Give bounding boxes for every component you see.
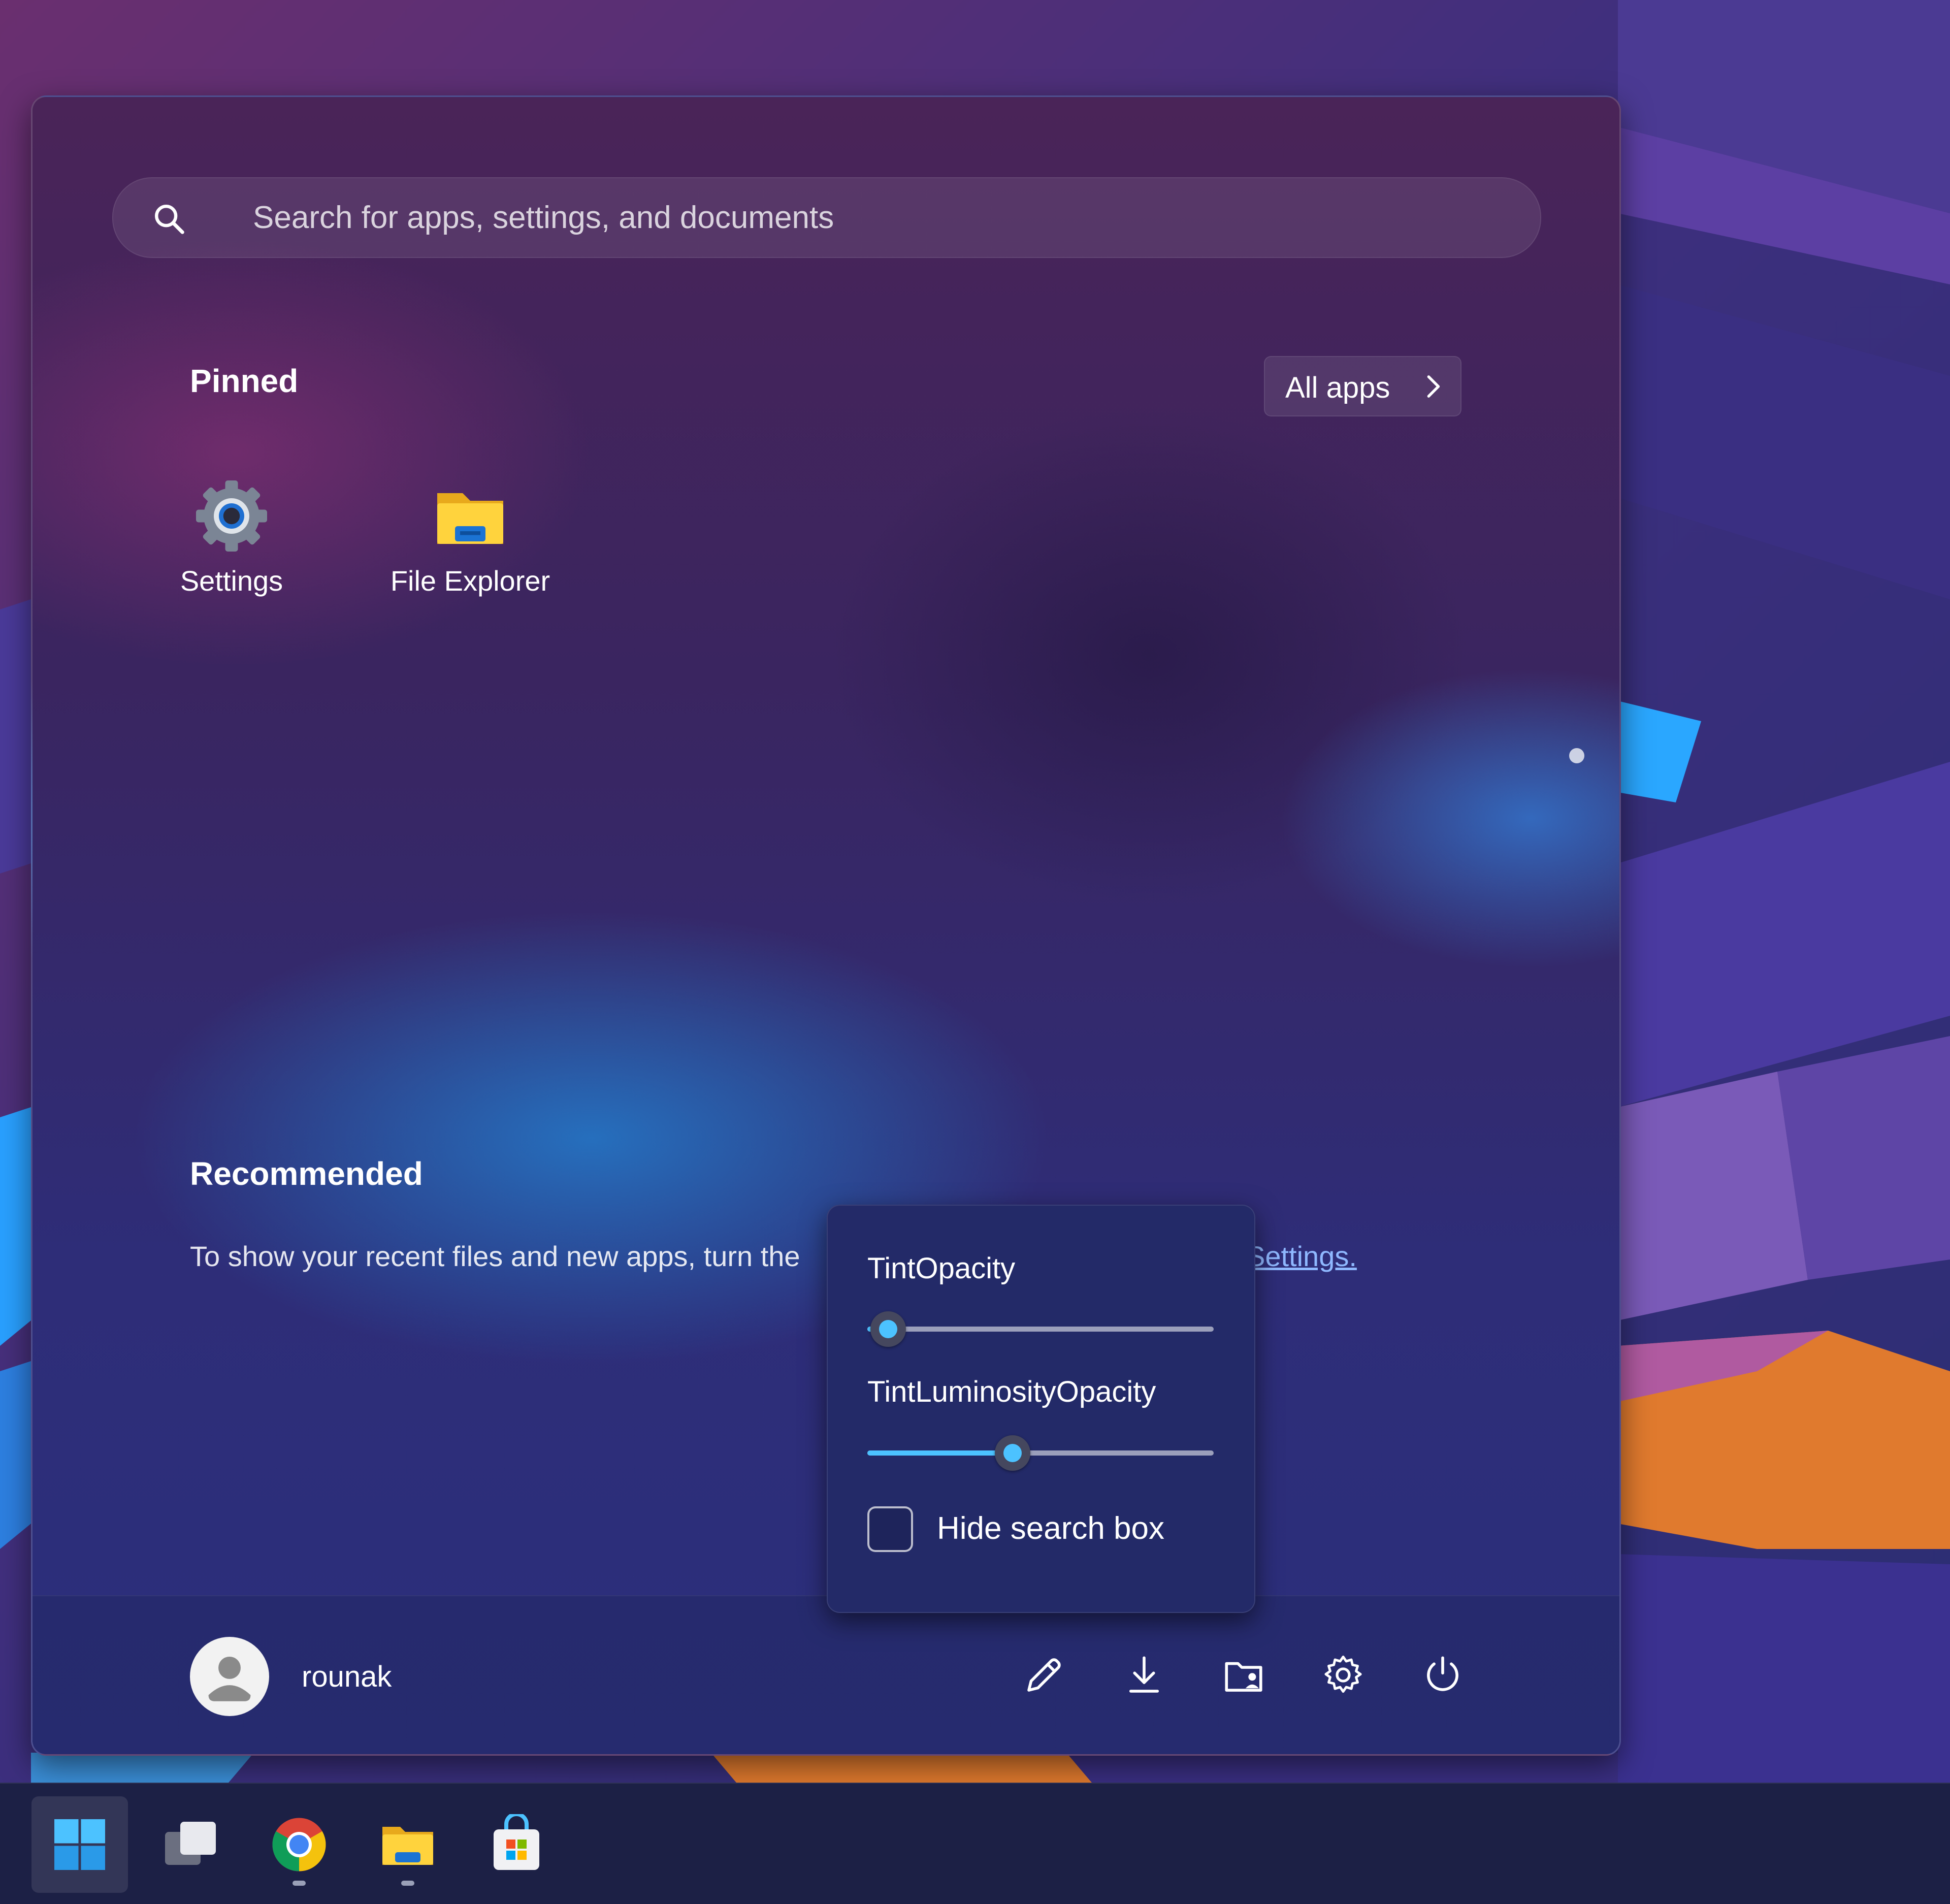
slider-track	[867, 1327, 1214, 1332]
slider-thumb[interactable]	[995, 1435, 1031, 1471]
settings-icon	[1324, 1655, 1362, 1693]
tint-luminosity-opacity-slider[interactable]	[867, 1435, 1214, 1471]
tint-opacity-slider[interactable]	[867, 1311, 1214, 1347]
recommended-message: To show your recent files and new apps, …	[190, 1240, 800, 1272]
start-icon	[54, 1819, 105, 1870]
settings-gear-icon	[196, 480, 267, 552]
running-indicator	[292, 1881, 306, 1886]
power-button[interactable]	[1415, 1647, 1471, 1703]
running-indicator	[401, 1881, 414, 1886]
store-icon	[494, 1814, 539, 1870]
search-icon	[155, 205, 184, 234]
search-box[interactable]: Search for apps, settings, and documents	[112, 177, 1541, 258]
slider-fill	[867, 1450, 1013, 1456]
pinned-app-label: File Explorer	[390, 565, 550, 597]
start-footer: rounak	[32, 1595, 1619, 1754]
tint-luminosity-opacity-label: TintLuminosityOpacity	[867, 1375, 1156, 1408]
pinned-app-label: Settings	[180, 565, 283, 597]
recommended-title: Recommended	[190, 1155, 423, 1192]
downloads-icon	[1129, 1656, 1159, 1693]
settings-button[interactable]	[1315, 1647, 1371, 1703]
search-placeholder: Search for apps, settings, and documents	[253, 200, 834, 235]
tint-settings-flyout: TintOpacity TintLuminosityOpacity Hide s…	[827, 1205, 1255, 1613]
slider-thumb[interactable]	[870, 1311, 906, 1347]
tint-opacity-label: TintOpacity	[867, 1252, 1016, 1285]
taskbar	[0, 1783, 1950, 1904]
settings-link[interactable]: Settings.	[1246, 1240, 1357, 1273]
chrome-icon	[272, 1818, 326, 1871]
hide-search-label[interactable]: Hide search box	[937, 1510, 1164, 1546]
chevron-right-icon	[1427, 375, 1440, 398]
user-avatar-icon	[208, 1657, 251, 1701]
start-menu: Search for apps, settings, and documents…	[31, 95, 1621, 1756]
downloads-button[interactable]	[1116, 1647, 1172, 1703]
personal-folder-button[interactable]	[1216, 1647, 1272, 1703]
all-apps-label: All apps	[1285, 371, 1390, 404]
taskbar-store[interactable]	[468, 1796, 565, 1893]
taskbar-start-button[interactable]	[31, 1796, 128, 1893]
file-explorer-icon	[382, 1827, 433, 1865]
user-name: rounak	[302, 1660, 392, 1693]
pinned-app-file-explorer[interactable]: File Explorer	[379, 475, 562, 633]
taskbar-file-explorer[interactable]	[360, 1796, 456, 1893]
hide-search-checkbox[interactable]	[867, 1506, 913, 1552]
pinned-app-settings[interactable]: Settings	[140, 475, 323, 633]
folder-icon	[437, 493, 503, 544]
all-apps-button[interactable]: All apps	[1264, 356, 1461, 416]
edit-icon	[1027, 1658, 1061, 1692]
personal-folder-icon	[1225, 1662, 1262, 1692]
page-indicator-dot[interactable]	[1569, 748, 1584, 763]
edit-button[interactable]	[1016, 1647, 1072, 1703]
taskbar-task-view[interactable]	[142, 1796, 239, 1893]
power-icon	[1427, 1656, 1458, 1691]
task-view-icon	[165, 1822, 216, 1865]
taskbar-chrome[interactable]	[251, 1796, 347, 1893]
pinned-title: Pinned	[190, 363, 299, 399]
avatar[interactable]	[190, 1637, 269, 1716]
